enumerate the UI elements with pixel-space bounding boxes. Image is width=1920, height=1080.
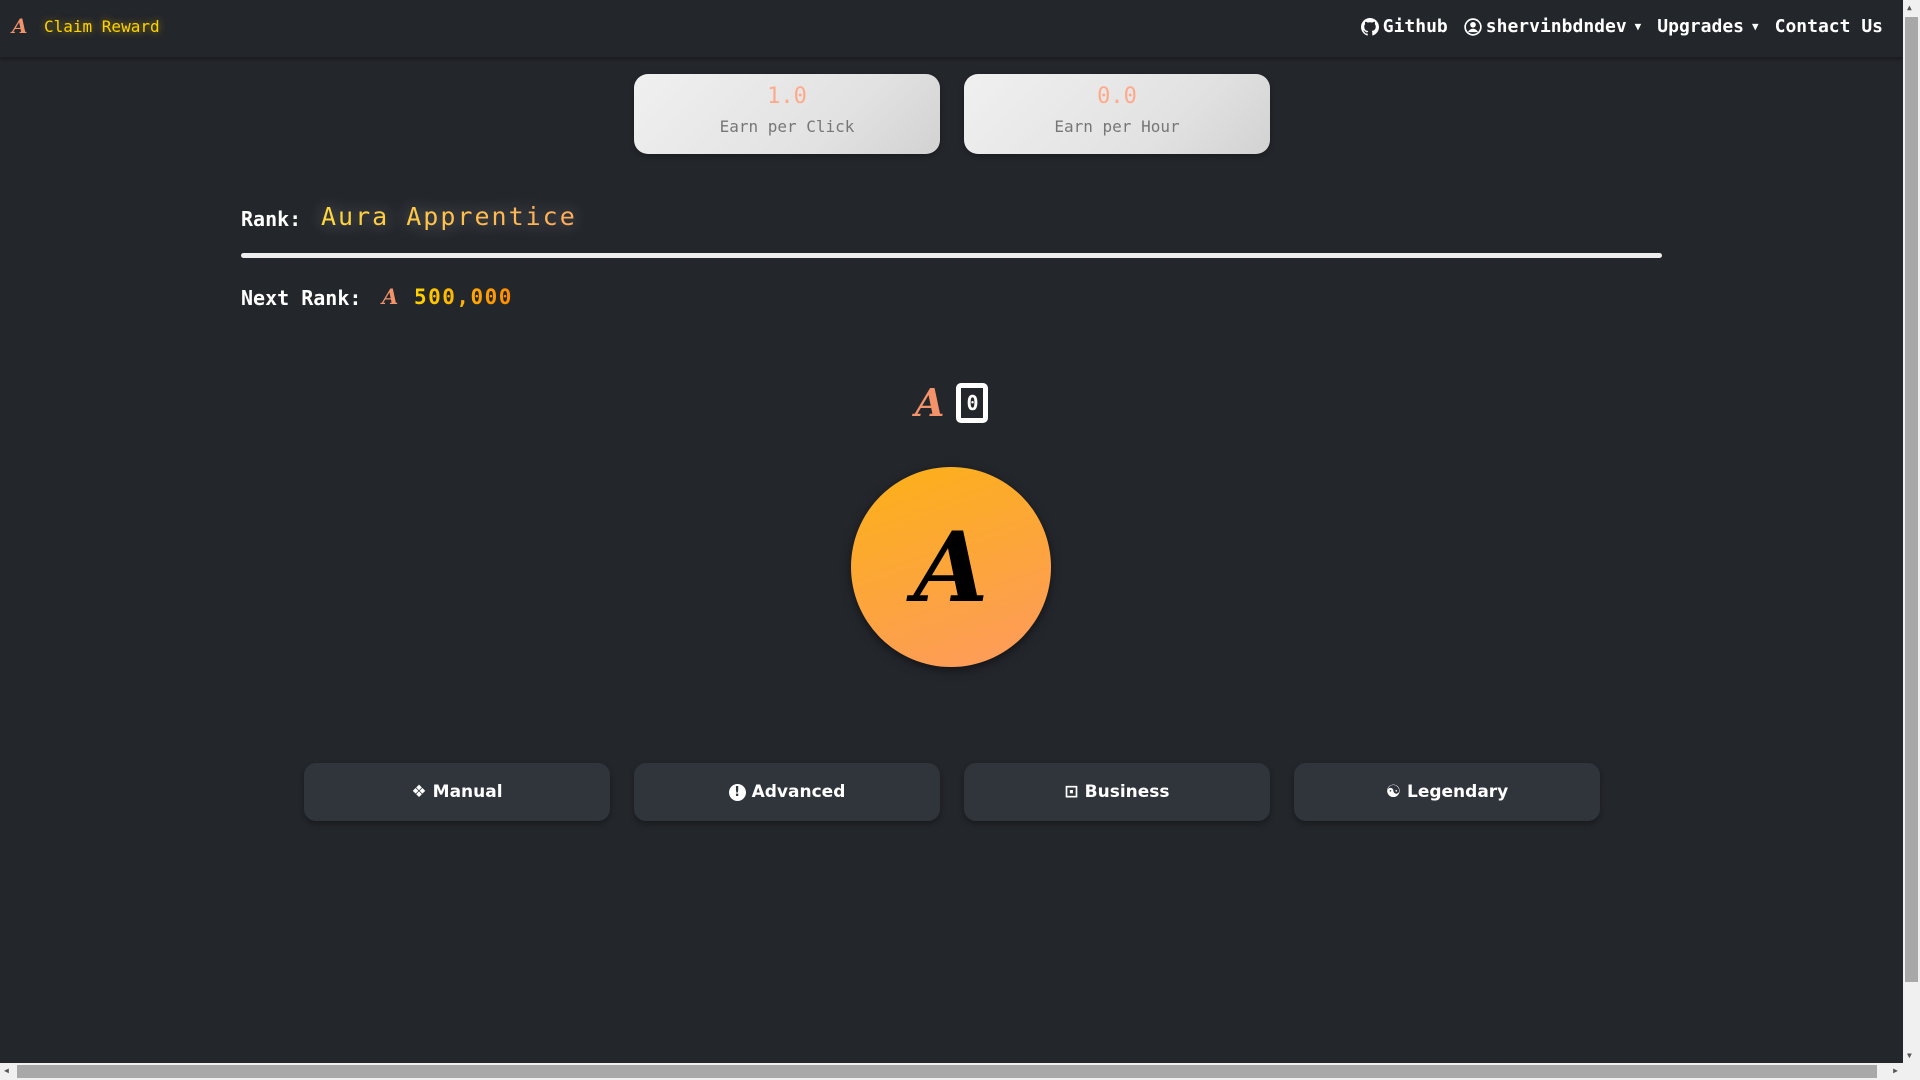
claim-reward-link[interactable]: Claim Reward (44, 17, 160, 36)
github-label: Github (1382, 16, 1448, 37)
rank-label: Rank: (241, 207, 302, 231)
manual-upgrades-button[interactable]: ❖ Manual (304, 763, 610, 821)
diamonds-icon: ❖ (411, 782, 427, 802)
aura-currency-icon: A (382, 284, 400, 309)
vertical-scrollbar[interactable]: ▲ ▼ (1903, 0, 1920, 1063)
vertical-scroll-thumb[interactable] (1905, 17, 1918, 982)
horizontal-scroll-thumb[interactable] (17, 1065, 1877, 1078)
button-label: Manual (432, 782, 503, 802)
user-label: shervinbdndev (1485, 16, 1627, 37)
legendary-upgrades-button[interactable]: ☯ Legendary (1294, 763, 1600, 821)
tap-coin-button[interactable]: A (851, 467, 1051, 667)
caret-down-icon: ▼ (1634, 20, 1642, 33)
aura-currency-icon: A (915, 380, 945, 425)
advanced-upgrades-button[interactable]: ! Advanced (634, 763, 940, 821)
button-label: Business (1084, 782, 1170, 802)
github-icon (1360, 17, 1379, 36)
earn-per-click-card: 1.0 Earn per Click (634, 74, 940, 154)
nav-links: Github shervinbdndev ▼ Upgrades ▼ Contact … (1360, 16, 1883, 37)
coin-logo: A (913, 510, 989, 624)
earn-per-hour-label: Earn per Hour (1054, 117, 1180, 136)
rank-value: Aura Apprentice (321, 202, 577, 231)
button-label: Advanced (751, 782, 846, 802)
upgrades-dropdown[interactable]: Upgrades ▼ (1657, 16, 1758, 37)
next-rank-value: A 500,000 (382, 284, 513, 309)
earn-per-click-value: 1.0 (767, 84, 807, 109)
business-upgrades-button[interactable]: ⊡ Business (964, 763, 1270, 821)
upgrades-label: Upgrades (1657, 16, 1744, 37)
aura-balance: 0 (956, 382, 989, 423)
exclamation-circle-icon: ! (728, 783, 746, 801)
rank-progress-bar (241, 253, 1662, 258)
button-label: Legendary (1406, 782, 1509, 802)
brand-logo[interactable]: A (12, 14, 28, 38)
next-rank-amount: 500,000 (413, 285, 513, 309)
yin-yang-icon: ☯ (1385, 782, 1401, 802)
earn-per-hour-value: 0.0 (1097, 84, 1137, 109)
contact-link[interactable]: Contact Us (1775, 16, 1883, 37)
caret-down-icon: ▼ (1752, 20, 1759, 33)
navbar: A Claim Reward Github shervinbdndev ▼ Upg… (0, 0, 1903, 57)
horizontal-scrollbar[interactable]: ◀ ▶ (0, 1063, 1920, 1080)
earn-per-hour-card: 0.0 Earn per Hour (964, 74, 1270, 154)
aura-counter: A 0 (915, 380, 989, 425)
person-badge-icon: ⊡ (1064, 782, 1079, 802)
next-rank-label: Next Rank: (241, 286, 362, 310)
user-circle-icon (1464, 17, 1482, 36)
earn-per-click-label: Earn per Click (719, 117, 855, 136)
user-dropdown[interactable]: shervinbdndev ▼ (1464, 16, 1642, 37)
github-link[interactable]: Github (1360, 16, 1448, 37)
